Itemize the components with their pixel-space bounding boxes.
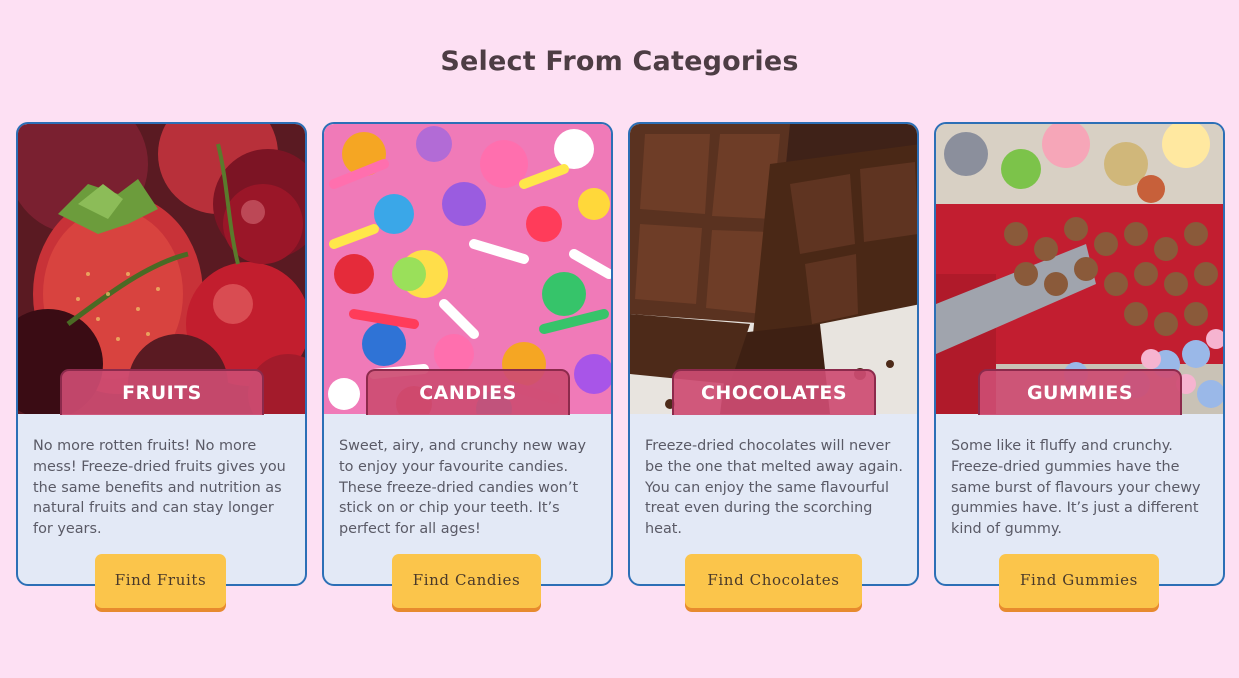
category-card-candies: CANDIES Sweet, airy, and crunchy new way… (322, 122, 613, 608)
find-fruits-button[interactable]: Find Fruits (95, 554, 226, 608)
section-title: Select From Categories (440, 46, 799, 77)
card-body: CANDIES Sweet, airy, and crunchy new way… (322, 122, 613, 586)
card-body: GUMMIES Some like it fluffy and crunchy.… (934, 122, 1225, 586)
card-description: Some like it fluffy and crunchy. Freeze-… (951, 438, 1201, 538)
category-card-fruits: FRUITS No more rotten fruits! No more me… (16, 122, 307, 608)
card-label: GUMMIES (978, 369, 1182, 415)
card-label: FRUITS (60, 369, 264, 415)
card-description: Freeze-dried chocolates will never be th… (645, 438, 903, 538)
card-description: No more rotten fruits! No more mess! Fre… (33, 438, 286, 538)
find-candies-button[interactable]: Find Candies (392, 554, 541, 608)
find-gummies-button[interactable]: Find Gummies (999, 554, 1159, 608)
find-chocolates-button[interactable]: Find Chocolates (685, 554, 862, 608)
card-label: CHOCOLATES (672, 369, 876, 415)
category-card-chocolates: CHOCOLATES Freeze-dried chocolates will … (628, 122, 919, 608)
category-card-gummies: GUMMIES Some like it fluffy and crunchy.… (934, 122, 1225, 608)
categories-section: Select From Categories FRUITS No more ro… (0, 0, 1239, 678)
card-label: CANDIES (366, 369, 570, 415)
card-body: FRUITS No more rotten fruits! No more me… (16, 122, 307, 586)
card-description: Sweet, airy, and crunchy new way to enjo… (339, 438, 587, 538)
card-body: CHOCOLATES Freeze-dried chocolates will … (628, 122, 919, 586)
